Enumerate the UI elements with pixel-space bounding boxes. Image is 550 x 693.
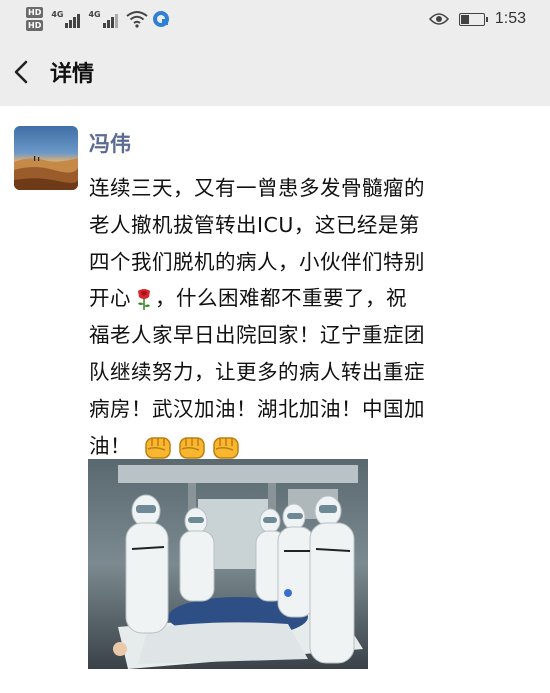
status-right: 1:53 [428, 0, 526, 38]
chevron-left-icon[interactable] [10, 58, 34, 86]
fist-icon [145, 436, 171, 459]
post-line-part: ，什么困难都不重要了，祝 [155, 286, 407, 311]
post-photo[interactable] [88, 459, 368, 669]
fist-icon [213, 436, 239, 459]
battery-icon [458, 12, 488, 26]
post-line: 连续三天，又有一曾患多发骨髓瘤的 [89, 176, 425, 200]
post-content: 连续三天，又有一曾患多发骨髓瘤的 老人撤机拔管转出ICU，这已经是第 四个我们脱… [89, 170, 529, 464]
post-line-part: 油！ [89, 433, 131, 458]
hd-icon: HD [26, 7, 44, 18]
cloud-icon [152, 11, 169, 27]
post-line-part: 开心 [89, 286, 131, 311]
post-author[interactable]: 冯伟 [89, 128, 131, 158]
avatar[interactable] [14, 126, 78, 190]
signal-icon: 4G [51, 10, 81, 28]
status-bar: HD HD 4G 4G 1:53 [0, 0, 550, 38]
post-line: 病房！武汉加油！湖北加油！中国加 [89, 396, 425, 421]
signal-icon: 4G [88, 10, 118, 28]
post-line: 队继续努力，让更多的病人转出重症 [89, 359, 425, 384]
rose-icon [138, 289, 150, 311]
fist-emojis [143, 432, 241, 462]
hd-icon: HD [26, 20, 44, 31]
nav-bar: 详情 [0, 38, 550, 106]
post-line: 老人撤机拔管转出ICU，这已经是第 [89, 212, 420, 237]
eye-icon [428, 13, 449, 25]
status-left: HD HD 4G 4G [26, 4, 170, 34]
post-line: 开心 ，什么困难都不重要了，祝 [89, 280, 529, 317]
fist-icon [179, 436, 205, 459]
page-title: 详情 [50, 62, 95, 87]
status-time: 1:53 [494, 10, 526, 27]
post-line: 福老人家早日出院回家！辽宁重症团 [89, 323, 425, 348]
post-line: 四个我们脱机的病人，小伙伴们特别 [89, 249, 425, 274]
wifi-icon [126, 11, 148, 28]
